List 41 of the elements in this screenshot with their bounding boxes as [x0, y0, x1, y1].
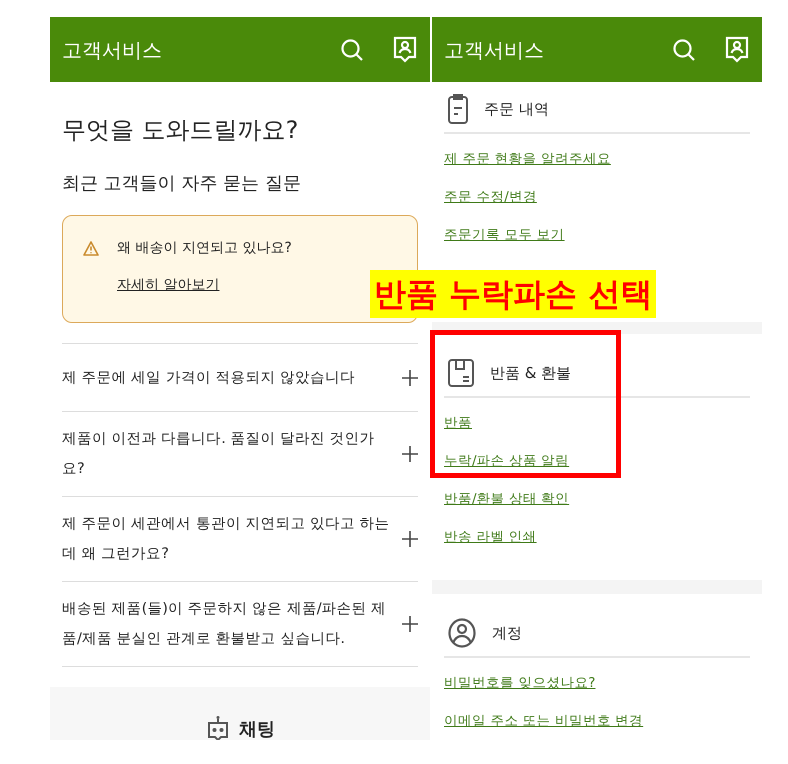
plus-icon[interactable]	[402, 616, 418, 632]
help-link[interactable]: 반품/환불 상태 확인	[444, 480, 570, 518]
faq-question: 배송된 제품(들)이 주문하지 않은 제품/파손된 제품/제품 분실인 관계로 환불받고 싶습니다.	[62, 600, 388, 649]
faq-question: 제 주문이 세관에서 통관이 지연되고 있다고 하는데 왜 그런가요?	[62, 515, 391, 564]
contact-icon[interactable]	[724, 36, 750, 64]
search-icon[interactable]	[672, 38, 696, 62]
warning-icon	[83, 241, 99, 256]
section-subheading: 최근 고객들이 자주 묻는 질문	[62, 172, 302, 196]
help-link[interactable]: 비밀번호를 잊으셨나요?	[444, 664, 596, 702]
help-link[interactable]: 제 주문 현황을 알려주세요	[444, 140, 611, 178]
annotation-caption: 반품 누락파손 선택	[370, 270, 656, 318]
plus-icon[interactable]	[402, 446, 418, 462]
help-link[interactable]: 반품	[444, 404, 472, 442]
section-title: 반품 & 환불	[490, 362, 572, 384]
help-link[interactable]: 반송 라벨 인쇄	[444, 518, 537, 556]
help-link[interactable]: 누락/파손 상품 알림	[444, 442, 570, 480]
page-heading: 무엇을 도와드릴까요?	[62, 115, 300, 146]
header-title: 고객서비스	[62, 36, 163, 64]
faq-question: 제품이 이전과 다릅니다. 품질이 달라진 것인가요?	[62, 430, 376, 479]
robot-icon	[205, 715, 231, 740]
faq-row[interactable]: 제품이 이전과 다릅니다. 품질이 달라진 것인가요?	[62, 412, 418, 497]
section-title: 계정	[492, 622, 522, 644]
contact-icon[interactable]	[392, 36, 418, 64]
clipboard-icon	[448, 94, 468, 124]
plus-icon[interactable]	[402, 370, 418, 386]
package-icon	[448, 359, 474, 387]
help-link[interactable]: 이메일 주소 또는 비밀번호 변경	[444, 702, 644, 740]
faq-row[interactable]: 제 주문에 세일 가격이 적용되지 않았습니다	[62, 344, 418, 412]
faq-row[interactable]: 제 주문이 세관에서 통관이 지연되고 있다고 하는데 왜 그런가요?	[62, 497, 418, 582]
faq-question: 제 주문에 세일 가격이 적용되지 않았습니다	[62, 368, 356, 388]
learn-more-link[interactable]: 자세히 알아보기	[117, 275, 220, 296]
notice-text: 왜 배송이 지연되고 있나요?	[117, 239, 292, 258]
help-link[interactable]: 주문 수정/변경	[444, 178, 537, 216]
plus-icon[interactable]	[402, 531, 418, 547]
user-icon	[448, 618, 476, 648]
search-icon[interactable]	[340, 38, 364, 62]
chat-button[interactable]: 채팅	[205, 715, 275, 740]
help-link[interactable]: 주문기록 모두 보기	[444, 216, 565, 254]
section-title: 주문 내역	[484, 98, 549, 120]
header-title: 고객서비스	[444, 36, 545, 64]
faq-row[interactable]: 배송된 제품(들)이 주문하지 않은 제품/파손된 제품/제품 분실인 관계로 환불받고 싶습니다.	[62, 582, 418, 667]
